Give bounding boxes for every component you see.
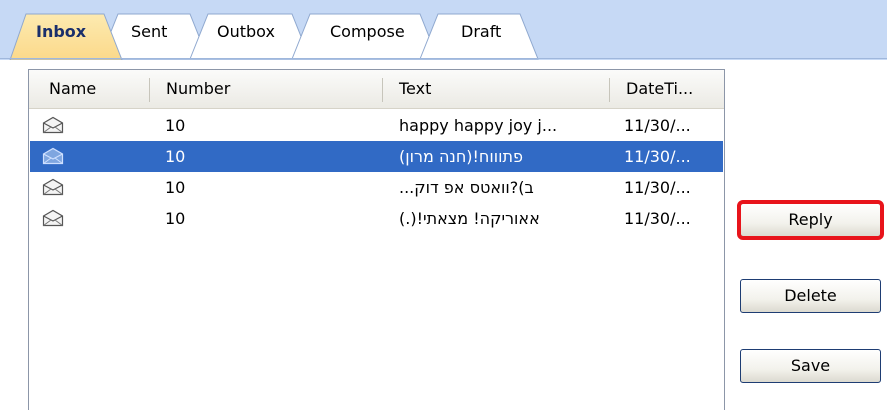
list-item[interactable]: 10 ...ב)?וואטס אפ דוק 11/30/...	[30, 172, 723, 203]
cell-datetime: 11/30/...	[624, 116, 691, 135]
list-item-selected[interactable]: 10 (חנה מרון)!פתוווח 11/30/...	[30, 141, 723, 172]
message-list[interactable]: Name Number Text DateTi... 10 happy happ…	[28, 69, 725, 410]
envelope-icon	[42, 209, 64, 227]
tab-strip: Inbox Sent Outbox Compose Draft	[0, 0, 887, 60]
reply-button[interactable]: Reply	[737, 200, 884, 240]
cell-text: ...ב)?וואטס אפ דוק	[399, 178, 534, 197]
list-item[interactable]: 10 (.)!אאוריקה! מצאתי 11/30/...	[30, 203, 723, 234]
column-header-datetime[interactable]: DateTi...	[610, 70, 722, 108]
cell-datetime: 11/30/...	[624, 178, 691, 197]
cell-datetime: 11/30/...	[624, 147, 691, 166]
tab-outbox[interactable]: Outbox	[217, 22, 275, 42]
cell-number: 10	[165, 147, 186, 166]
cell-number: 10	[165, 116, 186, 135]
list-item[interactable]: 10 happy happy joy j... 11/30/...	[30, 110, 723, 141]
list-header: Name Number Text DateTi...	[29, 70, 724, 109]
column-header-number[interactable]: Number	[150, 70, 382, 108]
cell-text: happy happy joy j...	[399, 116, 558, 135]
tab-baseline	[0, 58, 887, 59]
column-header-name[interactable]: Name	[29, 70, 149, 108]
tab-sent[interactable]: Sent	[131, 22, 167, 42]
envelope-icon	[42, 116, 64, 134]
tab-inbox[interactable]: Inbox	[36, 22, 86, 42]
save-button[interactable]: Save	[740, 349, 881, 383]
envelope-icon	[42, 147, 64, 165]
cell-text: (.)!אאוריקה! מצאתי	[399, 209, 540, 228]
cell-text: (חנה מרון)!פתוווח	[399, 147, 523, 166]
envelope-icon	[42, 178, 64, 196]
cell-number: 10	[165, 178, 186, 197]
tab-compose[interactable]: Compose	[330, 22, 405, 42]
tab-draft[interactable]: Draft	[461, 22, 501, 42]
column-header-text[interactable]: Text	[383, 70, 609, 108]
cell-number: 10	[165, 209, 186, 228]
cell-datetime: 11/30/...	[624, 209, 691, 228]
delete-button[interactable]: Delete	[740, 279, 881, 313]
